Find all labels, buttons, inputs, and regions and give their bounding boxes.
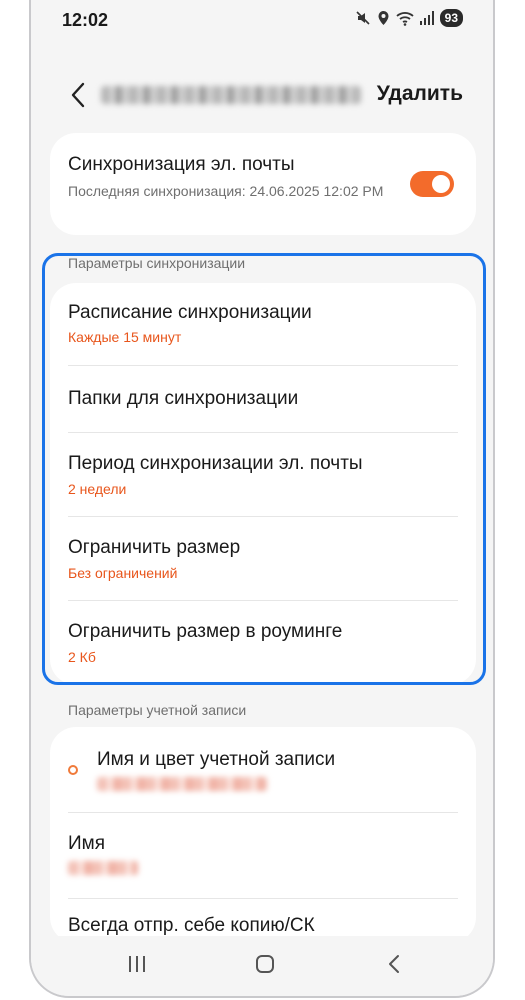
- home-icon: [255, 955, 275, 978]
- sync-settings-card: Расписание синхронизации Каждые 15 минут…: [50, 283, 476, 685]
- recents-icon: [127, 956, 147, 978]
- sync-schedule-title: Расписание синхронизации: [68, 302, 312, 323]
- account-settings-card: Имя и цвет учетной записи Имя Всегда отп…: [50, 727, 476, 943]
- app-bar: Удалить: [31, 70, 493, 120]
- battery-indicator: 93: [439, 9, 463, 27]
- back-button[interactable]: [65, 80, 93, 110]
- sync-period-title: Период синхронизации эл. почты: [68, 453, 363, 474]
- signal-icon: [419, 11, 434, 25]
- back-icon: [385, 955, 405, 978]
- name-value-redacted: [68, 861, 138, 875]
- toggle-knob: [432, 175, 450, 193]
- name-title: Имя: [68, 833, 106, 854]
- sync-schedule-item[interactable]: Расписание синхронизации Каждые 15 минут: [50, 283, 476, 365]
- sync-settings-section-label: Параметры синхронизации: [68, 255, 246, 271]
- nav-back-button[interactable]: [385, 954, 405, 979]
- account-settings-section-label: Параметры учетной записи: [68, 702, 247, 718]
- sync-period-value: 2 недели: [68, 481, 127, 497]
- account-name-redacted: [97, 777, 267, 791]
- last-sync-text: Последняя синхронизация: 24.06.2025 12:0…: [68, 183, 384, 199]
- name-item[interactable]: Имя: [50, 813, 476, 897]
- mute-icon: [355, 10, 371, 26]
- roaming-size-limit-value: 2 Кб: [68, 649, 96, 665]
- size-limit-title: Ограничить размер: [68, 537, 241, 558]
- chevron-left-icon: [65, 82, 93, 114]
- phone-screen: 12:02 93 Удалить Синхронизация эл. почты…: [29, 0, 495, 998]
- roaming-size-limit-title: Ограничить размер в роуминге: [68, 621, 343, 642]
- location-icon: [377, 10, 390, 26]
- email-sync-title: Синхронизация эл. почты: [68, 154, 295, 175]
- sync-folders-item[interactable]: Папки для синхронизации: [50, 366, 476, 432]
- sync-schedule-value: Каждые 15 минут: [68, 329, 182, 345]
- email-sync-toggle[interactable]: [410, 171, 454, 197]
- size-limit-item[interactable]: Ограничить размер Без ограничений: [50, 517, 476, 600]
- size-limit-value: Без ограничений: [68, 565, 178, 581]
- wifi-icon: [396, 11, 414, 26]
- sync-folders-title: Папки для синхронизации: [68, 388, 299, 409]
- account-color-dot-icon: [68, 765, 78, 775]
- always-cc-self-title: Всегда отпр. себе копию/СК: [68, 915, 315, 936]
- account-name-color-item[interactable]: Имя и цвет учетной записи: [50, 727, 476, 811]
- account-email-redacted: [101, 86, 361, 104]
- navigation-bar: [31, 936, 493, 996]
- roaming-size-limit-item[interactable]: Ограничить размер в роуминге 2 Кб: [50, 601, 476, 685]
- email-sync-card[interactable]: Синхронизация эл. почты Последняя синхро…: [50, 133, 476, 235]
- status-bar: 12:02 93: [31, 0, 493, 44]
- status-icons: 93: [355, 9, 463, 27]
- delete-account-button[interactable]: Удалить: [377, 82, 463, 106]
- recents-button[interactable]: [127, 954, 147, 979]
- account-name-color-title: Имя и цвет учетной записи: [97, 749, 336, 770]
- home-button[interactable]: [255, 954, 275, 979]
- sync-period-item[interactable]: Период синхронизации эл. почты 2 недели: [50, 433, 476, 516]
- status-time: 12:02: [62, 10, 109, 30]
